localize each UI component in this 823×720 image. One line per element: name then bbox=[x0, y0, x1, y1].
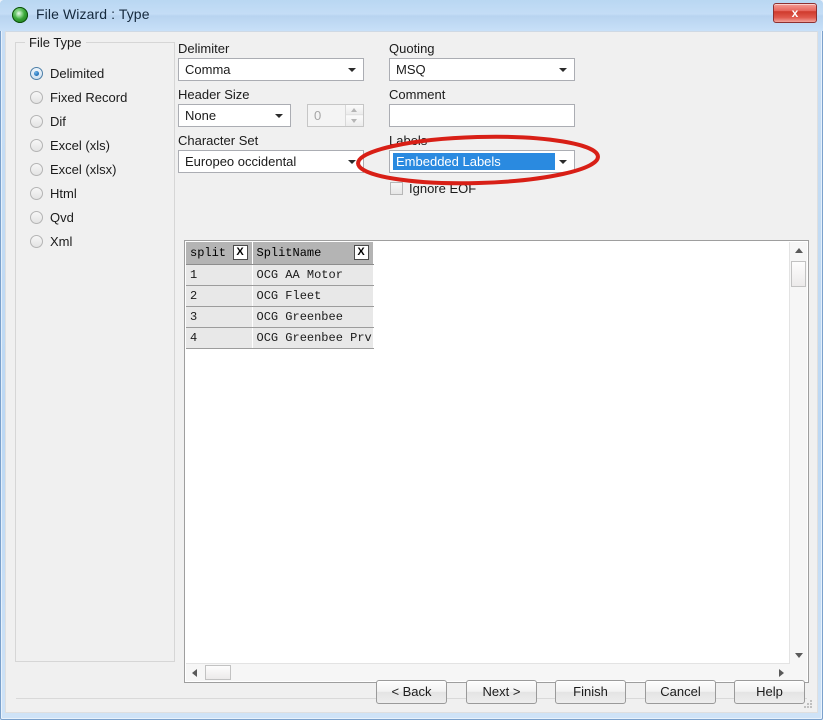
comment-input[interactable] bbox=[389, 104, 575, 127]
radio-qvd[interactable]: Qvd bbox=[30, 208, 74, 226]
character-set-label: Character Set bbox=[178, 133, 259, 148]
vertical-scroll-thumb[interactable] bbox=[791, 261, 806, 287]
cell-splitname: OCG AA Motor bbox=[252, 264, 374, 286]
radio-fixed-record[interactable]: Fixed Record bbox=[30, 88, 127, 106]
scroll-right-icon[interactable] bbox=[773, 664, 790, 681]
header-size-spinner-value: 0 bbox=[314, 108, 322, 123]
radio-xml[interactable]: Xml bbox=[30, 232, 72, 250]
radio-label: Html bbox=[50, 185, 77, 201]
header-size-label: Header Size bbox=[178, 87, 250, 102]
character-set-value: Europeo occidental bbox=[185, 154, 297, 169]
table-header-row: split X SplitName X bbox=[186, 242, 374, 265]
column-header-splitname[interactable]: SplitName X bbox=[252, 242, 374, 265]
column-header-label: split bbox=[190, 245, 227, 260]
cell-split: 3 bbox=[186, 306, 253, 328]
spinner-down-icon[interactable] bbox=[346, 116, 363, 126]
preview-horizontal-scrollbar[interactable] bbox=[186, 663, 790, 681]
radio-label: Dif bbox=[50, 113, 66, 129]
cell-splitname: OCG Fleet bbox=[252, 285, 374, 307]
delete-column-icon[interactable]: X bbox=[232, 245, 248, 260]
labels-value: Embedded Labels bbox=[393, 153, 555, 170]
delimiter-value: Comma bbox=[185, 62, 231, 77]
radio-html[interactable]: Html bbox=[30, 184, 77, 202]
character-set-combo[interactable]: Europeo occidental bbox=[178, 150, 364, 173]
chevron-down-icon bbox=[275, 114, 283, 118]
chevron-down-icon bbox=[559, 160, 567, 164]
comment-label: Comment bbox=[389, 87, 446, 102]
next-button[interactable]: Next > bbox=[466, 680, 537, 704]
header-size-spinner[interactable]: 0 bbox=[307, 104, 364, 127]
column-header-split[interactable]: split X bbox=[186, 242, 253, 265]
table-row[interactable]: 3 OCG Greenbee bbox=[186, 306, 374, 328]
radio-dot-icon bbox=[30, 66, 43, 80]
dialog-client-area: File Type Delimited Fixed Record Dif Exc… bbox=[5, 31, 818, 713]
cancel-button[interactable]: Cancel bbox=[645, 680, 716, 704]
help-button[interactable]: Help bbox=[734, 680, 805, 704]
back-button[interactable]: < Back bbox=[376, 680, 447, 704]
scrollbar-corner bbox=[790, 664, 807, 681]
delimiter-label: Delimiter bbox=[178, 41, 230, 56]
radio-excel-xlsx[interactable]: Excel (xlsx) bbox=[30, 160, 116, 178]
scroll-down-icon[interactable] bbox=[790, 647, 807, 664]
ignore-eof-label: Ignore EOF bbox=[409, 181, 477, 196]
finish-button[interactable]: Finish bbox=[555, 680, 626, 704]
header-size-value: None bbox=[185, 108, 217, 123]
file-preview-panel: split X SplitName X 1 OCG AA Motor 2 OCG… bbox=[184, 240, 809, 683]
radio-delimited[interactable]: Delimited bbox=[30, 64, 104, 82]
resize-grip-icon[interactable] bbox=[802, 698, 814, 710]
window-title: File Wizard : Type bbox=[36, 6, 150, 22]
radio-dif[interactable]: Dif bbox=[30, 112, 66, 130]
scroll-up-icon[interactable] bbox=[790, 242, 807, 259]
scroll-left-icon[interactable] bbox=[186, 664, 203, 681]
preview-table: split X SplitName X 1 OCG AA Motor 2 OCG… bbox=[186, 242, 374, 349]
title-bar: File Wizard : Type x bbox=[0, 0, 823, 31]
radio-excel-xls[interactable]: Excel (xls) bbox=[30, 136, 110, 154]
cell-splitname: OCG Greenbee bbox=[252, 306, 374, 328]
radio-label: Delimited bbox=[50, 65, 105, 81]
preview-vertical-scrollbar[interactable] bbox=[789, 242, 807, 664]
labels-label: Labels bbox=[389, 133, 428, 148]
chevron-down-icon bbox=[348, 160, 356, 164]
radio-label: Excel (xlsx) bbox=[50, 161, 117, 177]
cell-split: 4 bbox=[186, 327, 253, 349]
labels-combo[interactable]: Embedded Labels bbox=[389, 150, 575, 173]
app-globe-icon bbox=[12, 7, 28, 23]
table-row[interactable]: 2 OCG Fleet bbox=[186, 285, 374, 307]
column-header-label: SplitName bbox=[256, 245, 322, 260]
radio-dot-icon bbox=[30, 186, 43, 200]
radio-dot-icon bbox=[30, 162, 43, 176]
radio-dot-icon bbox=[30, 138, 43, 152]
checkbox-icon bbox=[390, 182, 403, 195]
radio-dot-icon bbox=[30, 114, 43, 128]
quoting-combo[interactable]: MSQ bbox=[389, 58, 575, 81]
cell-splitname: OCG Greenbee Prv bbox=[252, 327, 374, 349]
chevron-down-icon bbox=[348, 68, 356, 72]
radio-label: Fixed Record bbox=[50, 89, 128, 105]
radio-dot-icon bbox=[30, 90, 43, 104]
horizontal-scroll-thumb[interactable] bbox=[205, 665, 231, 680]
ignore-eof-checkbox[interactable]: Ignore EOF bbox=[390, 181, 476, 196]
header-size-combo[interactable]: None bbox=[178, 104, 291, 127]
cell-split: 2 bbox=[186, 285, 253, 307]
radio-dot-icon bbox=[30, 210, 43, 224]
radio-dot-icon bbox=[30, 234, 43, 248]
table-row[interactable]: 1 OCG AA Motor bbox=[186, 264, 374, 286]
file-type-legend: File Type bbox=[25, 35, 86, 50]
file-type-group: File Type Delimited Fixed Record Dif Exc… bbox=[15, 35, 175, 662]
quoting-value: MSQ bbox=[396, 62, 426, 77]
delimiter-combo[interactable]: Comma bbox=[178, 58, 364, 81]
chevron-down-icon bbox=[559, 68, 567, 72]
spinner-up-icon[interactable] bbox=[346, 105, 363, 115]
spinner-buttons bbox=[345, 105, 363, 126]
close-icon[interactable]: x bbox=[773, 3, 817, 23]
table-row[interactable]: 4 OCG Greenbee Prv bbox=[186, 327, 374, 349]
radio-label: Excel (xls) bbox=[50, 137, 110, 153]
cell-split: 1 bbox=[186, 264, 253, 286]
radio-label: Xml bbox=[50, 233, 73, 249]
file-wizard-window: File Wizard : Type x File Type Delimited… bbox=[0, 0, 823, 720]
quoting-label: Quoting bbox=[389, 41, 435, 56]
delete-column-icon[interactable]: X bbox=[353, 245, 369, 260]
radio-label: Qvd bbox=[50, 209, 74, 225]
